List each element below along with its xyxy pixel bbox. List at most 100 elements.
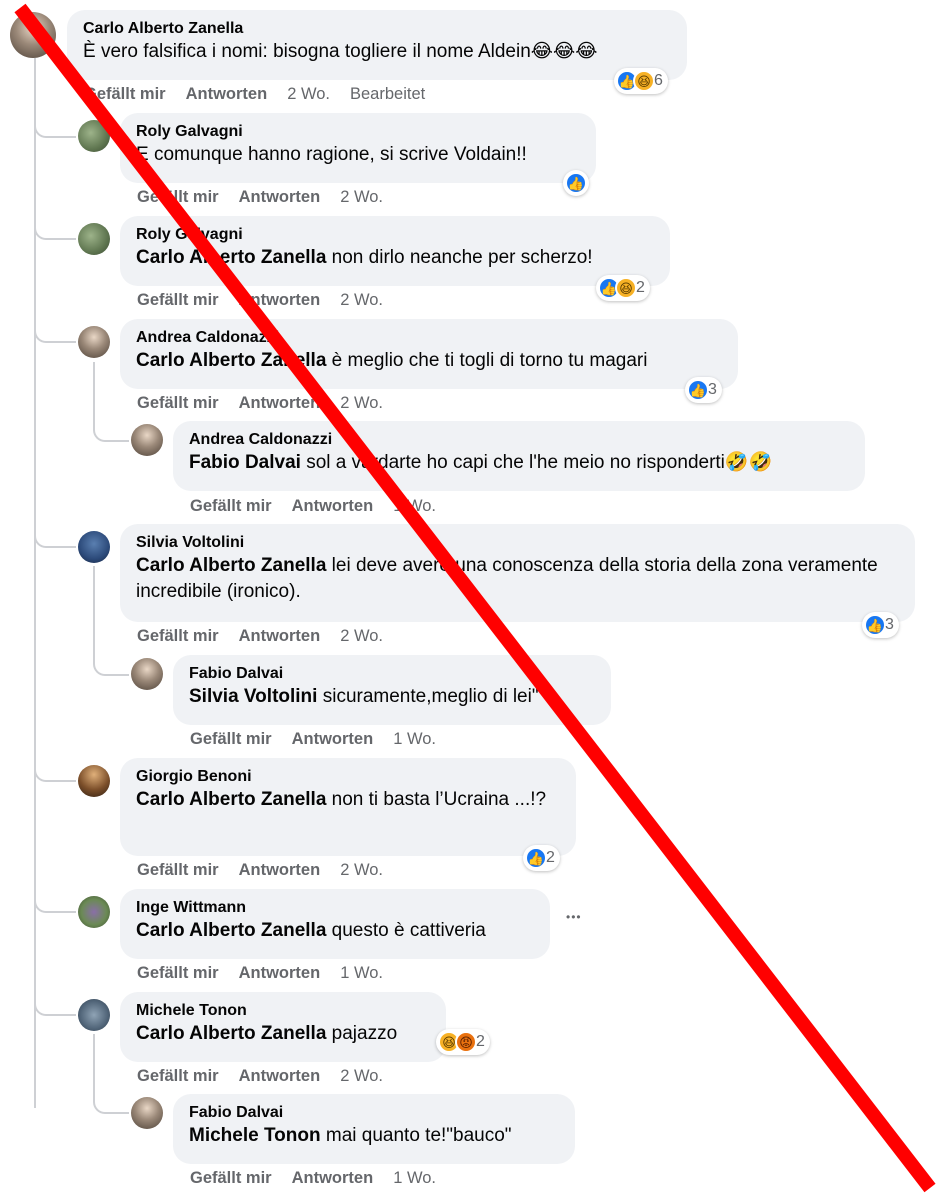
- reply-button[interactable]: Antworten: [292, 1169, 374, 1187]
- avatar[interactable]: [78, 326, 110, 358]
- mention-link[interactable]: Michele Tonon: [189, 1125, 321, 1146]
- like-button[interactable]: Gefällt mir: [84, 85, 166, 103]
- reply-button[interactable]: Antworten: [239, 188, 321, 206]
- thumbs-up-icon: 👍: [525, 847, 547, 869]
- comment-actions: Gefällt mir Antworten 1 Wo.: [190, 497, 456, 516]
- like-button[interactable]: Gefällt mir: [137, 1067, 219, 1085]
- like-button[interactable]: Gefällt mir: [137, 394, 219, 412]
- reply-button[interactable]: Antworten: [239, 394, 321, 412]
- avatar[interactable]: [131, 1097, 163, 1129]
- comment-author[interactable]: Fabio Dalvai: [189, 1103, 559, 1123]
- reaction-summary[interactable]: 👍 3: [862, 612, 899, 638]
- like-button[interactable]: Gefällt mir: [137, 964, 219, 982]
- avatar[interactable]: [78, 120, 110, 152]
- comment-bubble: Silvia Voltolini Carlo Alberto Zanella l…: [120, 524, 915, 622]
- mention-link[interactable]: Carlo Alberto Zanella: [136, 920, 326, 941]
- avatar[interactable]: [78, 223, 110, 255]
- comment-time[interactable]: 2 Wo.: [340, 188, 383, 206]
- like-button[interactable]: Gefällt mir: [137, 188, 219, 206]
- thread-curve: [93, 420, 129, 442]
- comment-text: Silvia Voltolini sicuramente,meglio di l…: [189, 686, 539, 707]
- reaction-summary[interactable]: 👍 2: [523, 845, 560, 871]
- comment-text: Carlo Alberto Zanella pajazzo: [136, 1023, 398, 1044]
- comment-text: Carlo Alberto Zanella è meglio che ti to…: [136, 350, 648, 371]
- comment-time[interactable]: 1 Wo.: [393, 730, 436, 748]
- thumbs-up-icon: 👍: [687, 379, 709, 401]
- thread-curve: [34, 522, 76, 548]
- avatar[interactable]: [78, 999, 110, 1031]
- comment-author[interactable]: Roly Galvagni: [136, 122, 580, 142]
- reply-button[interactable]: Antworten: [292, 730, 374, 748]
- thread-curve: [93, 1092, 129, 1114]
- comment-bubble: Fabio Dalvai Silvia Voltolini sicurament…: [173, 655, 611, 725]
- avatar[interactable]: [78, 765, 110, 797]
- comment-author[interactable]: Fabio Dalvai: [189, 664, 595, 684]
- comment-emoji: 🤣🤣: [724, 452, 773, 473]
- reply-button[interactable]: Antworten: [239, 861, 321, 879]
- mention-link[interactable]: Carlo Alberto Zanella: [136, 1023, 326, 1044]
- reaction-summary[interactable]: 👍 3: [685, 377, 722, 403]
- thread-curve: [34, 990, 76, 1016]
- reply-button[interactable]: Antworten: [239, 627, 321, 645]
- comment-bubble: Roly Galvagni E comunque hanno ragione, …: [120, 113, 596, 183]
- comment-author[interactable]: Andrea Caldonazzi: [136, 328, 722, 348]
- comment-author[interactable]: Michele Tonon: [136, 1001, 430, 1021]
- thread-curve: [34, 887, 76, 913]
- avatar[interactable]: [131, 424, 163, 456]
- comment-thread: Carlo Alberto Zanella È vero falsifica i…: [0, 0, 950, 1199]
- mention-link[interactable]: Carlo Alberto Zanella: [136, 350, 326, 371]
- reaction-summary[interactable]: 👍 😆 2: [596, 275, 650, 301]
- comment-time[interactable]: 1 Wo.: [393, 1169, 436, 1187]
- comment-author[interactable]: Andrea Caldonazzi: [189, 430, 849, 450]
- like-button[interactable]: Gefällt mir: [137, 627, 219, 645]
- like-button[interactable]: Gefällt mir: [190, 1169, 272, 1187]
- mention-link[interactable]: Carlo Alberto Zanella: [136, 555, 326, 576]
- comment-time[interactable]: 2 Wo.: [287, 85, 330, 103]
- reply-button[interactable]: Antworten: [239, 964, 321, 982]
- comment-author[interactable]: Carlo Alberto Zanella: [83, 19, 671, 39]
- reaction-summary[interactable]: 😆 😡 2: [436, 1029, 490, 1055]
- avatar[interactable]: [78, 531, 110, 563]
- comment-time[interactable]: 2 Wo.: [340, 291, 383, 309]
- reaction-count: 2: [476, 1033, 485, 1050]
- comment-time[interactable]: 2 Wo.: [340, 394, 383, 412]
- comment-time[interactable]: 2 Wo.: [340, 1067, 383, 1085]
- comment-time[interactable]: 1 Wo.: [393, 497, 436, 515]
- reaction-summary[interactable]: 👍: [563, 170, 589, 196]
- comment-author[interactable]: Roly Galvagni: [136, 225, 654, 245]
- reaction-summary[interactable]: 👍 😆 6: [614, 68, 668, 94]
- laughing-face-icon: 😆: [633, 70, 655, 92]
- comment-time[interactable]: 1 Wo.: [340, 964, 383, 982]
- reply-button[interactable]: Antworten: [239, 291, 321, 309]
- mention-link[interactable]: Fabio Dalvai: [189, 452, 301, 473]
- reply-button[interactable]: Antworten: [292, 497, 374, 515]
- like-button[interactable]: Gefällt mir: [137, 291, 219, 309]
- reaction-count: 2: [636, 279, 645, 296]
- avatar[interactable]: [78, 896, 110, 928]
- like-button[interactable]: Gefällt mir: [190, 730, 272, 748]
- mention-link[interactable]: Silvia Voltolini: [189, 686, 317, 707]
- comment-actions: Gefällt mir Antworten 2 Wo.: [137, 627, 403, 646]
- comment-author[interactable]: Silvia Voltolini: [136, 533, 899, 553]
- thread-curve: [93, 654, 129, 676]
- comment-time[interactable]: 2 Wo.: [340, 861, 383, 879]
- comment-author[interactable]: Giorgio Benoni: [136, 767, 560, 787]
- comment-time[interactable]: 2 Wo.: [340, 627, 383, 645]
- thread-curve: [34, 317, 76, 343]
- mention-link[interactable]: Carlo Alberto Zanella: [136, 789, 326, 810]
- mention-link[interactable]: Carlo Alberto Zanella: [136, 247, 326, 268]
- comment-bubble: Andrea Caldonazzi Carlo Alberto Zanella …: [120, 319, 738, 389]
- thumbs-up-icon: 👍: [864, 614, 886, 636]
- comment-author[interactable]: Inge Wittmann: [136, 898, 534, 918]
- comment-text: Carlo Alberto Zanella non ti basta l’Ucr…: [136, 789, 547, 810]
- like-button[interactable]: Gefällt mir: [137, 861, 219, 879]
- laughing-face-icon: 😆: [615, 277, 637, 299]
- comment-bubble: Giorgio Benoni Carlo Alberto Zanella non…: [120, 758, 576, 856]
- like-button[interactable]: Gefällt mir: [190, 497, 272, 515]
- reply-button[interactable]: Antworten: [186, 85, 268, 103]
- avatar[interactable]: [10, 12, 56, 58]
- angry-face-icon: 😡: [455, 1031, 477, 1053]
- more-options-icon[interactable]: •••: [566, 910, 582, 924]
- avatar[interactable]: [131, 658, 163, 690]
- reply-button[interactable]: Antworten: [239, 1067, 321, 1085]
